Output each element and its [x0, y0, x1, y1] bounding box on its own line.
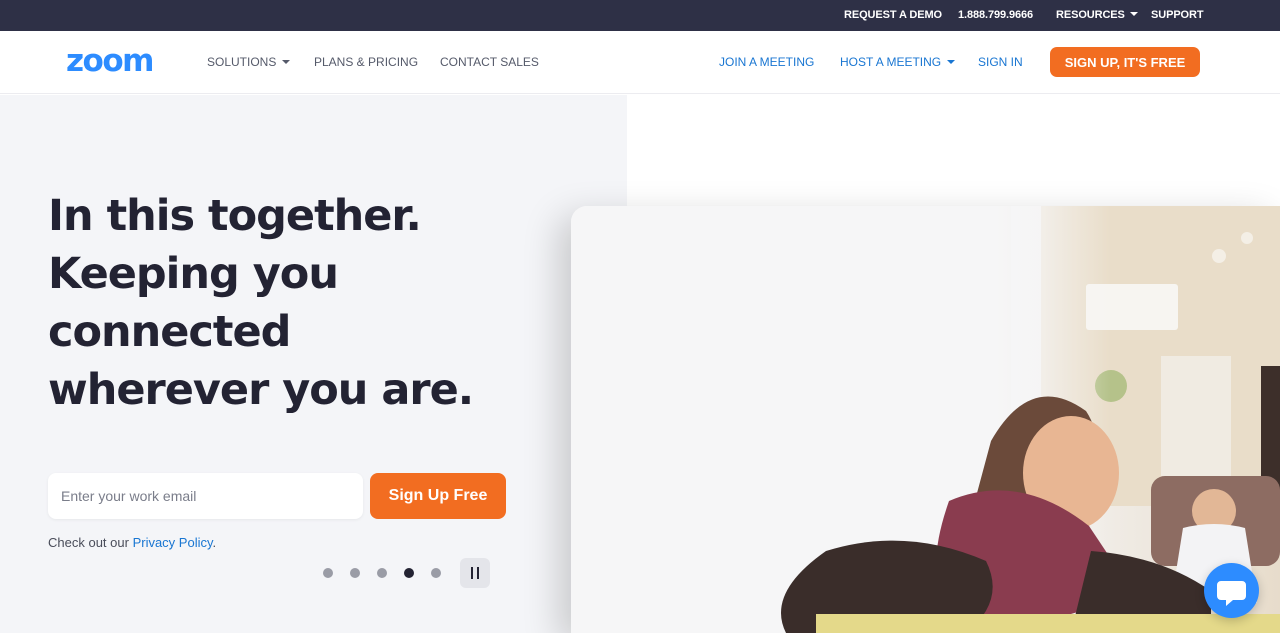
- privacy-policy-link[interactable]: Privacy Policy: [133, 535, 213, 550]
- solutions-menu[interactable]: SOLUTIONS: [207, 55, 291, 69]
- headline-line: wherever you are.: [48, 365, 474, 415]
- resources-label: RESOURCES: [1056, 9, 1125, 21]
- privacy-note: Check out our Privacy Policy.: [48, 535, 216, 550]
- main-nav: zoom SOLUTIONS PLANS & PRICING CONTACT S…: [0, 31, 1280, 94]
- pause-button[interactable]: [460, 558, 490, 588]
- zoom-wordmark: zoom: [66, 45, 153, 77]
- resources-menu[interactable]: RESOURCES: [1056, 9, 1138, 21]
- chevron-down-icon: [1129, 12, 1138, 17]
- host-meeting-menu[interactable]: HOST A MEETING: [840, 55, 956, 69]
- join-meeting-link[interactable]: JOIN A MEETING: [719, 55, 814, 69]
- carousel-dot[interactable]: [323, 568, 333, 578]
- plans-pricing-link[interactable]: PLANS & PRICING: [314, 55, 418, 69]
- support-link[interactable]: SUPPORT: [1151, 9, 1204, 21]
- carousel-dot[interactable]: [377, 568, 387, 578]
- headline-line: Keeping you: [48, 249, 339, 299]
- headline-line: connected: [48, 307, 291, 357]
- hero-sign-up-button[interactable]: Sign Up Free: [370, 473, 506, 519]
- zoom-logo-icon: zoom: [66, 43, 154, 79]
- chevron-down-icon: [282, 59, 291, 64]
- privacy-prefix: Check out our: [48, 535, 129, 550]
- hero-headline: In this together. Keeping you connected …: [48, 187, 568, 419]
- carousel-dot-active[interactable]: [404, 568, 414, 578]
- work-email-input[interactable]: [48, 473, 363, 519]
- chat-bubble[interactable]: [1204, 563, 1259, 618]
- sign-up-free-button[interactable]: SIGN UP, IT'S FREE: [1050, 47, 1200, 77]
- chat-icon: [1217, 581, 1246, 606]
- zoom-logo[interactable]: zoom: [66, 43, 176, 79]
- carousel-dot[interactable]: [350, 568, 360, 578]
- sign-in-link[interactable]: SIGN IN: [978, 55, 1023, 69]
- headline-line: In this together.: [48, 191, 422, 241]
- solutions-label: SOLUTIONS: [207, 55, 277, 69]
- contact-sales-link[interactable]: CONTACT SALES: [440, 55, 539, 69]
- host-meeting-label: HOST A MEETING: [840, 55, 942, 69]
- hero-photo: [571, 206, 1280, 633]
- chevron-down-icon: [947, 59, 956, 64]
- phone-link[interactable]: 1.888.799.9666: [958, 9, 1033, 21]
- carousel-controls: [318, 558, 498, 588]
- carousel-dot[interactable]: [431, 568, 441, 578]
- hero-section: In this together. Keeping you connected …: [0, 95, 1280, 633]
- request-demo-link[interactable]: REQUEST A DEMO: [844, 9, 942, 21]
- utility-bar: REQUEST A DEMO 1.888.799.9666 RESOURCES …: [0, 0, 1280, 31]
- privacy-suffix: .: [212, 535, 217, 550]
- hero-photo-illustration: [571, 206, 1280, 633]
